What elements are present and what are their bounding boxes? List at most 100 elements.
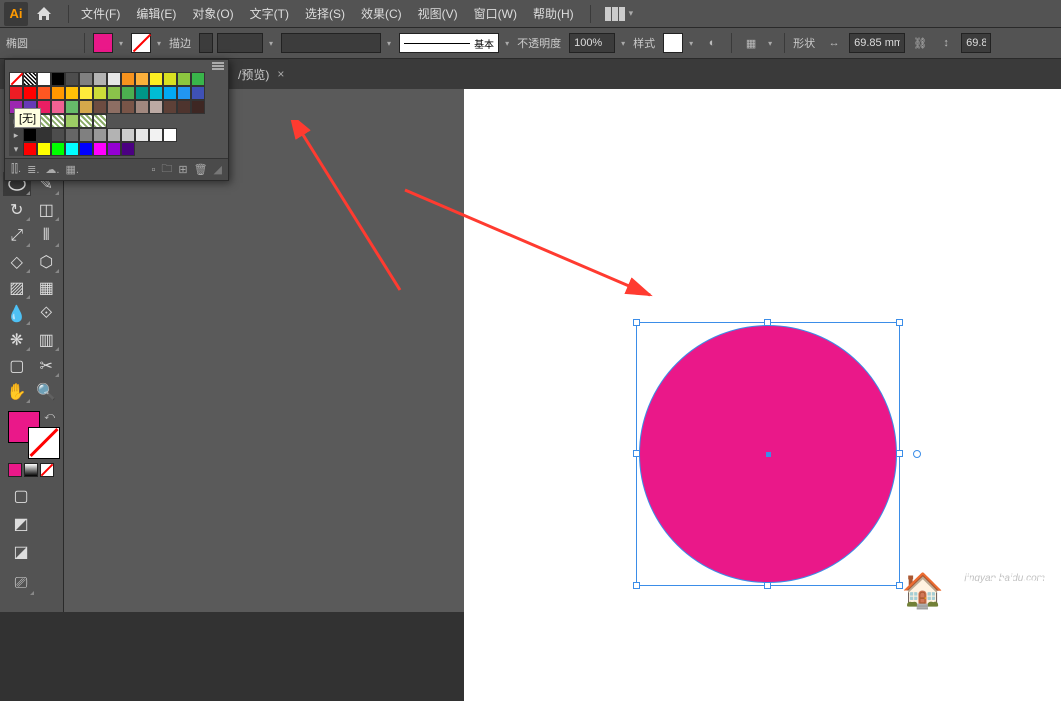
graphic-style-swatch[interactable]: [663, 33, 683, 53]
swatch[interactable]: [107, 86, 121, 100]
swatch[interactable]: [93, 86, 107, 100]
menu-edit[interactable]: 编辑(E): [128, 5, 184, 22]
chevron-down-icon[interactable]: ▾: [505, 39, 509, 48]
width-tool[interactable]: ⫴: [33, 224, 61, 248]
swatch[interactable]: [51, 128, 65, 142]
swatch[interactable]: [149, 128, 163, 142]
stroke-indicator[interactable]: [28, 427, 60, 459]
gradient-mode-icon[interactable]: [24, 463, 38, 477]
swatch[interactable]: [51, 72, 65, 86]
swatch[interactable]: [121, 72, 135, 86]
chevron-down-icon[interactable]: ▾: [269, 39, 273, 48]
resize-handle[interactable]: [764, 582, 771, 589]
swatch[interactable]: [93, 100, 107, 114]
swatch[interactable]: [65, 72, 79, 86]
chevron-down-icon[interactable]: ▾: [689, 39, 693, 48]
brush-select[interactable]: 基本: [399, 33, 499, 53]
new-color-group-icon[interactable]: ▫: [151, 164, 155, 176]
rotate-tool[interactable]: ↻: [3, 198, 31, 222]
swatch-options-icon[interactable]: ☁.: [45, 163, 59, 176]
swatch[interactable]: [135, 128, 149, 142]
swatch[interactable]: [79, 114, 93, 128]
swatch[interactable]: [107, 72, 121, 86]
rotate-handle[interactable]: [913, 450, 921, 458]
resize-handle[interactable]: [896, 582, 903, 589]
swatch[interactable]: [65, 114, 79, 128]
symbol-tool[interactable]: ❋: [3, 328, 31, 352]
swatch[interactable]: [121, 128, 135, 142]
swatch[interactable]: [163, 86, 177, 100]
opacity-input[interactable]: [569, 33, 615, 53]
swatch[interactable]: [23, 86, 37, 100]
swatch[interactable]: [37, 86, 51, 100]
home-icon[interactable]: [32, 2, 56, 26]
swatch[interactable]: [65, 86, 79, 100]
swatch[interactable]: [121, 100, 135, 114]
swatch[interactable]: [107, 100, 121, 114]
hand-tool[interactable]: ✋: [3, 380, 31, 404]
free-transform-tool[interactable]: ◇: [3, 250, 31, 274]
scale-tool[interactable]: ⤢: [3, 224, 31, 248]
swatch[interactable]: [65, 100, 79, 114]
shape-builder-tool[interactable]: ⬡: [33, 250, 61, 274]
swatch-group-toggle[interactable]: ▸: [9, 128, 23, 142]
swatch[interactable]: [79, 86, 93, 100]
zoom-tool[interactable]: 🔍: [33, 380, 61, 404]
selection-bounding-box[interactable]: [636, 322, 900, 586]
draw-normal-icon[interactable]: ▢: [7, 484, 35, 508]
menu-select[interactable]: 选择(S): [297, 5, 353, 22]
menu-effect[interactable]: 效果(C): [353, 5, 410, 22]
swatch[interactable]: [65, 128, 79, 142]
swatch[interactable]: [23, 128, 37, 142]
none-mode-icon[interactable]: [40, 463, 54, 477]
panel-menu-icon[interactable]: [5, 60, 228, 70]
swatch[interactable]: [135, 72, 149, 86]
menu-help[interactable]: 帮助(H): [525, 5, 582, 22]
swatch[interactable]: [51, 100, 65, 114]
swatch[interactable]: [107, 128, 121, 142]
swap-fill-stroke-icon[interactable]: ⤺: [44, 411, 55, 422]
resize-corner-icon[interactable]: ◢: [214, 163, 222, 176]
swatch[interactable]: [93, 142, 107, 156]
swatch[interactable]: [191, 72, 205, 86]
swatch[interactable]: [191, 86, 205, 100]
delete-swatch-icon[interactable]: 🗑: [194, 163, 208, 176]
perspective-tool[interactable]: ▨: [3, 276, 31, 300]
graph-tool[interactable]: ▥: [33, 328, 61, 352]
chevron-down-icon[interactable]: ▾: [629, 8, 634, 19]
height-input[interactable]: [961, 33, 991, 53]
artboard-tool[interactable]: ▢: [3, 354, 31, 378]
swatch[interactable]: [23, 72, 37, 86]
swatch[interactable]: [93, 128, 107, 142]
slice-tool[interactable]: ✂: [33, 354, 61, 378]
link-icon[interactable]: ⛓: [909, 32, 931, 54]
layout-icon[interactable]: [605, 7, 625, 21]
swatch[interactable]: [191, 100, 205, 114]
swatch[interactable]: [23, 142, 37, 156]
stroke-color-swatch[interactable]: [131, 33, 151, 53]
swatch[interactable]: [149, 100, 163, 114]
align-icon[interactable]: ▦: [740, 32, 762, 54]
swatch[interactable]: [79, 142, 93, 156]
swatch[interactable]: [65, 142, 79, 156]
chevron-down-icon[interactable]: ▾: [387, 39, 391, 48]
swatch[interactable]: [93, 114, 107, 128]
resize-handle[interactable]: [633, 582, 640, 589]
document-tab[interactable]: /预览) ×: [230, 59, 292, 89]
swatch[interactable]: [79, 72, 93, 86]
swatch[interactable]: [163, 128, 177, 142]
swatch-libraries-icon[interactable]: ⫿⫿.: [11, 163, 21, 176]
swatch[interactable]: [37, 128, 51, 142]
resize-handle[interactable]: [896, 319, 903, 326]
fill-color-swatch[interactable]: [93, 33, 113, 53]
swatch[interactable]: [149, 72, 163, 86]
resize-handle[interactable]: [633, 319, 640, 326]
screen-mode-icon[interactable]: ⎚: [7, 572, 35, 596]
swatch[interactable]: [149, 86, 163, 100]
swatch[interactable]: [121, 86, 135, 100]
swatch[interactable]: [9, 86, 23, 100]
stroke-weight-input[interactable]: [217, 33, 263, 53]
recolor-icon[interactable]: ◐: [701, 32, 723, 54]
draw-inside-icon[interactable]: ◪: [7, 540, 35, 564]
chevron-down-icon[interactable]: ▾: [119, 39, 123, 48]
